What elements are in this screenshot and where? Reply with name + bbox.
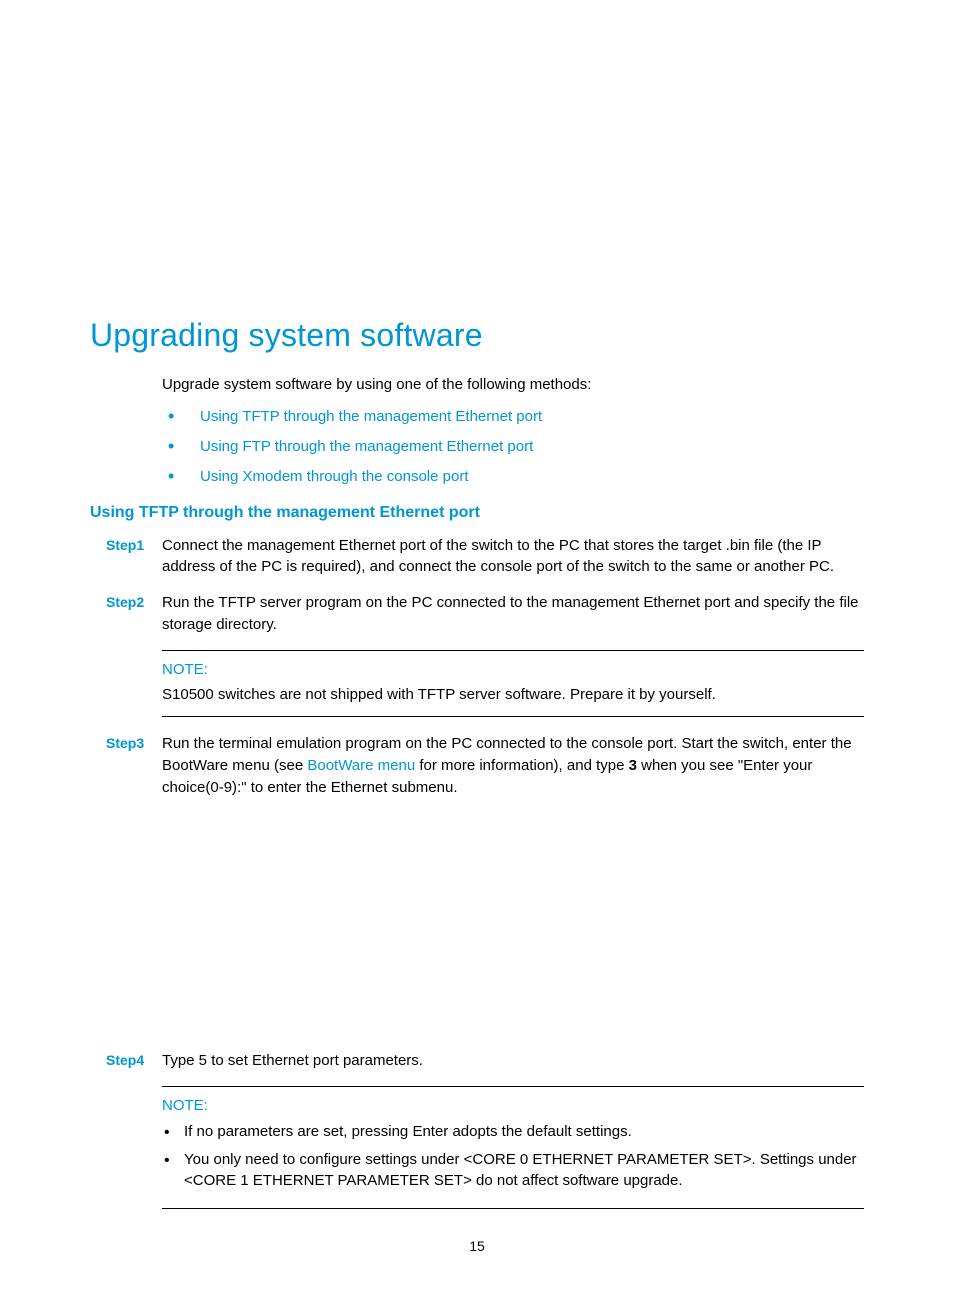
step-body: Type 5 to set Ethernet port parameters.: [162, 1050, 864, 1072]
step-label: Step1: [106, 535, 162, 579]
step-label: Step3: [106, 733, 162, 798]
note-text: S10500 switches are not shipped with TFT…: [162, 684, 864, 706]
list-item: Using TFTP through the management Ethern…: [162, 406, 864, 428]
step-label: Step2: [106, 592, 162, 636]
note-list-item: If no parameters are set, pressing Enter…: [162, 1121, 864, 1143]
step-3: Step3 Run the terminal emulation program…: [106, 733, 864, 798]
link-ftp[interactable]: Using FTP through the management Etherne…: [200, 438, 533, 455]
note-label: NOTE:: [162, 1095, 864, 1117]
step-body: Run the terminal emulation program on th…: [162, 733, 864, 798]
bootware-menu-link[interactable]: BootWare menu: [307, 757, 415, 774]
list-item: Using Xmodem through the console port: [162, 466, 864, 488]
step-2: Step2 Run the TFTP server program on the…: [106, 592, 864, 636]
method-link-list: Using TFTP through the management Ethern…: [162, 406, 864, 487]
step-body: Connect the management Ethernet port of …: [162, 535, 864, 579]
link-tftp[interactable]: Using TFTP through the management Ethern…: [200, 408, 542, 425]
list-item: Using FTP through the management Etherne…: [162, 436, 864, 458]
note-list: If no parameters are set, pressing Enter…: [162, 1121, 864, 1192]
section-heading: Using TFTP through the management Ethern…: [90, 501, 864, 524]
step-label: Step4: [106, 1050, 162, 1072]
step-4: Step4 Type 5 to set Ethernet port parame…: [106, 1050, 864, 1072]
step-body: Run the TFTP server program on the PC co…: [162, 592, 864, 636]
step-text-bold: 3: [629, 757, 637, 774]
link-xmodem[interactable]: Using Xmodem through the console port: [200, 468, 468, 485]
content-gap: [90, 812, 864, 1050]
step-1: Step1 Connect the management Ethernet po…: [106, 535, 864, 579]
note-box-1: NOTE: S10500 switches are not shipped wi…: [162, 650, 864, 718]
intro-text: Upgrade system software by using one of …: [162, 374, 864, 396]
page-title: Upgrading system software: [90, 312, 864, 358]
step-text-mid: for more information), and type: [415, 757, 628, 774]
page-number: 15: [0, 1236, 954, 1256]
note-label: NOTE:: [162, 659, 864, 681]
note-box-2: NOTE: If no parameters are set, pressing…: [162, 1086, 864, 1209]
note-list-item: You only need to configure settings unde…: [162, 1149, 864, 1193]
